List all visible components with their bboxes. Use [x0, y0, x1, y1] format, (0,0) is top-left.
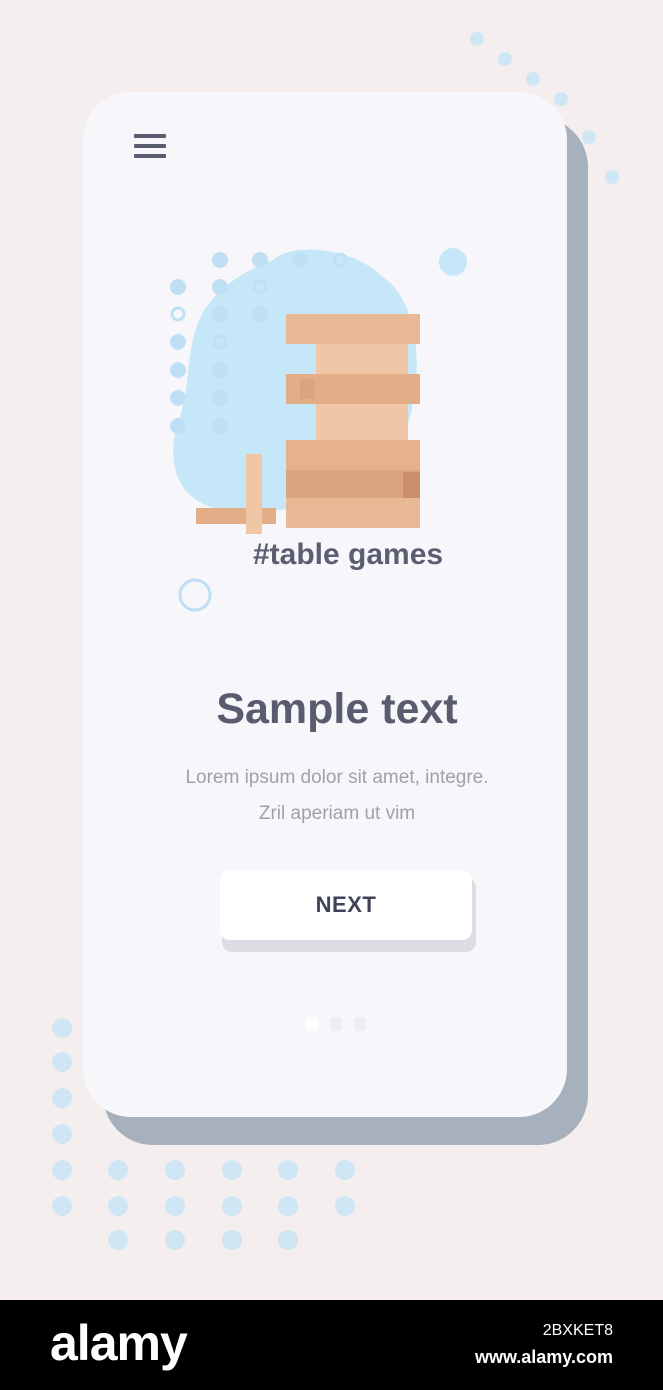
decor-dot [52, 1052, 72, 1072]
decor-dot [222, 1196, 242, 1216]
description-line: Zril aperiam ut vim [258, 803, 416, 824]
decor-dot [335, 1160, 355, 1180]
decor-dot [222, 1230, 242, 1250]
decor-dot [605, 170, 619, 184]
decor-dot [52, 1160, 72, 1180]
decor-dot [52, 1018, 72, 1038]
decor-dot [222, 1160, 242, 1180]
decor-dot [165, 1230, 185, 1250]
decor-dot [108, 1196, 128, 1216]
page-title: Sample text [216, 685, 458, 733]
page-dot[interactable] [329, 1017, 343, 1031]
decor-dot [278, 1160, 298, 1180]
decor-dot [165, 1160, 185, 1180]
decor-dot [108, 1230, 128, 1250]
hashtag-label: #table games [253, 538, 444, 571]
decor-dot [278, 1230, 298, 1250]
image-id: 2BXKET8 [542, 1322, 613, 1339]
page-indicator [305, 1017, 367, 1031]
decor-dot [108, 1160, 128, 1180]
description-line: Lorem ipsum dolor sit amet, integre. [185, 767, 489, 788]
decor-dot [278, 1196, 298, 1216]
phone-screen: #table games Sample text Lorem ipsum dol… [83, 92, 567, 1117]
decor-dot [582, 130, 596, 144]
decor-dot [498, 52, 512, 66]
decor-dot [526, 72, 540, 86]
description: Lorem ipsum dolor sit amet, integre. Zri… [83, 760, 591, 832]
stock-footer: alamy 2BXKET8 www.alamy.com [0, 1300, 663, 1390]
decor-dot [52, 1088, 72, 1108]
decor-dot [52, 1196, 72, 1216]
decor-dot [52, 1124, 72, 1144]
page-dot[interactable] [353, 1017, 367, 1031]
decor-dot [335, 1196, 355, 1216]
site-url: www.alamy.com [474, 1347, 613, 1367]
next-button[interactable]: NEXT [220, 870, 472, 940]
accent-dot [439, 248, 467, 276]
brand-logo: alamy [50, 1315, 188, 1371]
decor-dot [165, 1196, 185, 1216]
decor-dot [470, 32, 484, 46]
page-dot-active[interactable] [305, 1017, 319, 1031]
